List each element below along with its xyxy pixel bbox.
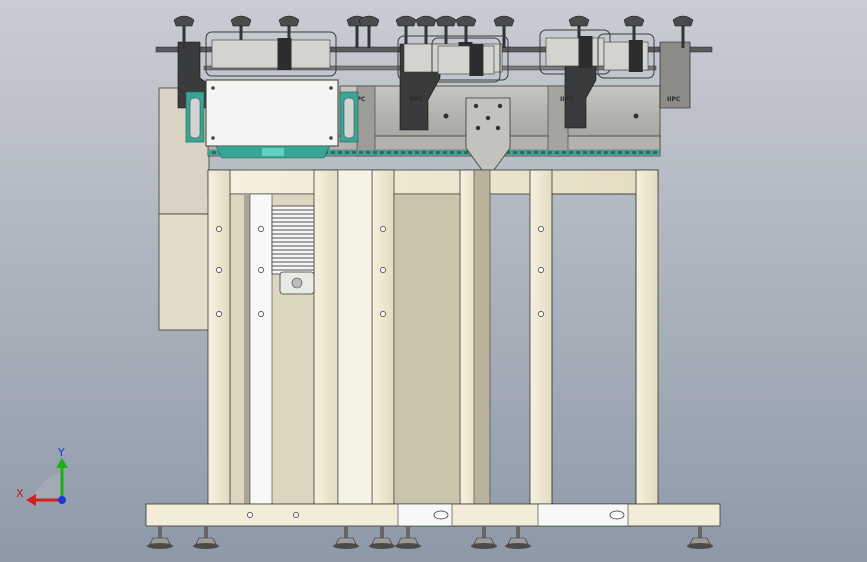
- leg-hole: [538, 226, 544, 232]
- housing-label: IIPC: [560, 96, 574, 103]
- cad-viewport[interactable]: IIPC IIPC IIPC IIPC Y X: [0, 0, 867, 562]
- base-beam: [145, 503, 721, 527]
- housing-label: IIPC: [667, 96, 681, 103]
- leg-hole: [258, 226, 264, 232]
- z-axis-dot: [58, 496, 66, 504]
- leg-hole: [258, 311, 264, 317]
- x-axis-label: X: [16, 487, 24, 500]
- machine-front-view[interactable]: IIPC IIPC IIPC IIPC Y X: [0, 0, 867, 562]
- frame-leg: [207, 169, 231, 505]
- leg-hole: [216, 267, 222, 273]
- leg-hole: [538, 311, 544, 317]
- frame-leg: [371, 169, 395, 505]
- leg-hole: [216, 226, 222, 232]
- frame-leg: [313, 169, 339, 505]
- gearbox: [185, 79, 359, 159]
- leg-hole: [380, 267, 386, 273]
- leg-hole: [258, 267, 264, 273]
- frame-leg: [529, 169, 553, 505]
- y-axis-label: Y: [57, 446, 65, 459]
- leg-hole: [538, 267, 544, 273]
- leg-hole: [216, 311, 222, 317]
- frame-leg: [635, 169, 659, 505]
- leg-hole: [380, 226, 386, 232]
- housing-label: IIPC: [410, 96, 424, 103]
- leg-hole: [380, 311, 386, 317]
